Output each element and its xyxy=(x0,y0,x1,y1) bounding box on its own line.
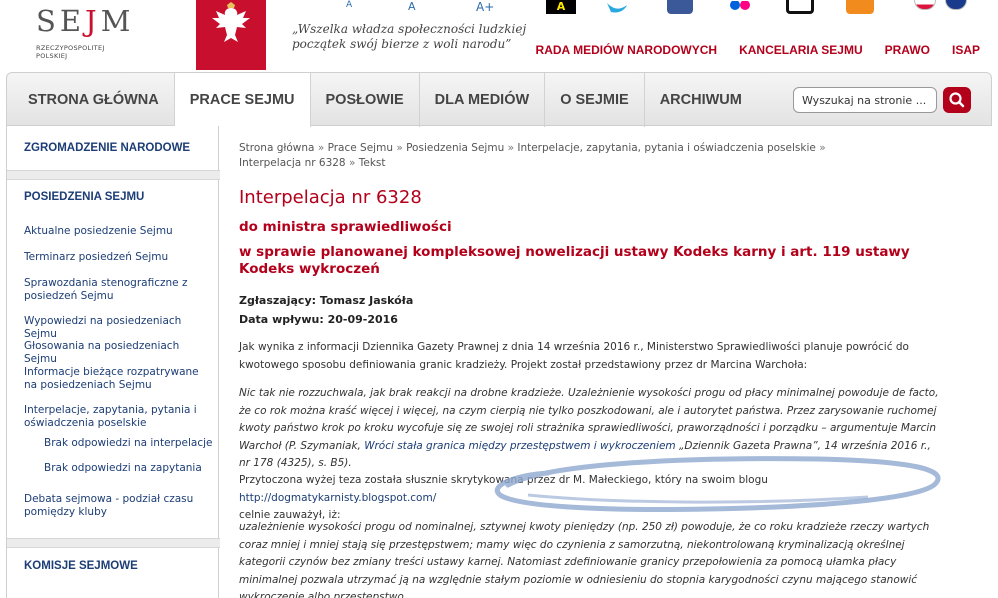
rss-icon[interactable] xyxy=(846,0,874,14)
search-input[interactable]: Wyszukaj na stronie ... xyxy=(793,87,937,113)
sidebar-item-brak-zapytania[interactable]: Brak odpowiedzi na zapytania xyxy=(44,462,229,475)
facebook-icon[interactable] xyxy=(667,0,693,14)
critique-text: Przytoczona wyżej teza została słusznie … xyxy=(239,474,768,486)
breadcrumb-item[interactable]: Interpelacje, zapytania, pytania i oświa… xyxy=(517,142,816,154)
search-button[interactable] xyxy=(943,87,971,113)
tab-prace-sejmu[interactable]: PRACE SEJMU xyxy=(174,73,311,127)
link-isap[interactable]: ISAP xyxy=(952,43,980,57)
paragraph-critique: Przytoczona wyżej teza została słusznie … xyxy=(239,472,939,525)
sidebar: ZGROMADZENIE NARODOWE POSIEDZENIA SEJMU … xyxy=(6,126,220,598)
breadcrumb-item[interactable]: Interpelacja nr 6328 xyxy=(239,157,346,169)
sidebar-item-brak-interpelacje[interactable]: Brak odpowiedzi na interpelacje xyxy=(44,437,229,450)
top-bar: SEJM RZECZYPOSPOLITEJ POLSKIEJ „Wszelka … xyxy=(0,0,998,72)
tab-dla-mediow[interactable]: DLA MEDIÓW xyxy=(420,73,546,127)
main-nav: STRONA GŁÓWNA PRACE SEJMU POSŁOWIE DLA M… xyxy=(6,72,992,127)
breadcrumb-current: Tekst xyxy=(358,157,386,169)
sidebar-item-debata[interactable]: Debata sejmowa - podział czasu pomiędzy … xyxy=(24,493,209,519)
article-addressee: do ministra sprawiedliwości xyxy=(239,219,452,235)
logo-wordmark: SEJM xyxy=(36,4,135,38)
sidebar-item-sprawozdania[interactable]: Sprawozdania stenograficzne z posiedzeń … xyxy=(24,277,209,303)
instagram-icon[interactable] xyxy=(786,0,814,14)
tab-poslowie[interactable]: POSŁOWIE xyxy=(311,73,420,127)
breadcrumb: Strona główna » Prace Sejmu » Posiedzeni… xyxy=(239,141,939,171)
text-size-small[interactable]: A xyxy=(346,0,352,10)
tab-archiwum[interactable]: ARCHIWUM xyxy=(645,73,757,127)
sidebar-divider xyxy=(7,170,220,180)
sidebar-heading-zgromadzenie[interactable]: ZGROMADZENIE NARODOWE xyxy=(7,142,220,154)
sidebar-heading-posiedzenia[interactable]: POSIEDZENIA SEJMU xyxy=(7,191,220,203)
white-eagle-icon xyxy=(212,2,250,42)
top-links: RADA MEDIÓW NARODOWYCH KANCELARIA SEJMU … xyxy=(536,43,980,57)
article-date: Data wpływu: 20-09-2016 xyxy=(239,313,398,326)
flickr-icon[interactable] xyxy=(727,0,753,14)
polish-flag-icon[interactable] xyxy=(914,0,936,10)
link-rada-mediow[interactable]: RADA MEDIÓW NARODOWYCH xyxy=(536,43,718,57)
text-size-medium[interactable]: A xyxy=(408,0,416,13)
breadcrumb-separator: » xyxy=(396,142,407,154)
sidebar-item-aktualne[interactable]: Aktualne posiedzenie Sejmu xyxy=(24,225,209,238)
page-title: Interpelacja nr 6328 xyxy=(239,187,422,208)
breadcrumb-item[interactable]: Prace Sejmu xyxy=(328,142,393,154)
twitter-icon[interactable] xyxy=(605,0,631,14)
breadcrumb-item[interactable]: Posiedzenia Sejmu xyxy=(406,142,504,154)
sidebar-item-informacje[interactable]: Informacje bieżące rozpatrywane na posie… xyxy=(24,366,209,392)
breadcrumb-separator: » xyxy=(317,142,328,154)
breadcrumb-separator: » xyxy=(819,142,826,154)
motto-text: „Wszelka władza społeczności ludzkiej po… xyxy=(292,22,527,51)
sidebar-divider xyxy=(7,538,220,548)
article-submitter: Zgłaszający: Tomasz Jaskóła xyxy=(239,294,414,307)
tab-o-sejmie[interactable]: O SEJMIE xyxy=(545,73,645,127)
logo-subtitle: RZECZYPOSPOLITEJ POLSKIEJ xyxy=(36,44,105,60)
sidebar-item-interpelacje[interactable]: Interpelacje, zapytania, pytania i oświa… xyxy=(24,404,209,430)
link-kancelaria-sejmu[interactable]: KANCELARIA SEJMU xyxy=(739,43,863,57)
breadcrumb-separator: » xyxy=(348,157,359,169)
paragraph-intro: Jak wynika z informacji Dziennika Gazety… xyxy=(239,341,909,371)
sejm-logo[interactable]: SEJM RZECZYPOSPOLITEJ POLSKIEJ xyxy=(30,2,135,60)
tab-strona-glowna[interactable]: STRONA GŁÓWNA xyxy=(13,73,175,127)
english-flag-icon[interactable] xyxy=(945,0,967,10)
sidebar-item-wypowiedzi[interactable]: Wypowiedzi na posiedzeniach Sejmu xyxy=(24,315,209,341)
sidebar-heading-komisje[interactable]: KOMISJE SEJMOWE xyxy=(7,560,220,572)
link-prawo[interactable]: PRAWO xyxy=(885,43,930,57)
text-size-large[interactable]: A+ xyxy=(476,0,494,14)
breadcrumb-item[interactable]: Strona główna xyxy=(239,142,314,154)
breadcrumb-separator: » xyxy=(507,142,518,154)
high-contrast-button[interactable]: A xyxy=(546,0,576,14)
blog-link[interactable]: http://dogmatykarnisty.blogspot.com/ xyxy=(239,492,436,504)
sidebar-item-terminarz[interactable]: Terminarz posiedzeń Sejmu xyxy=(24,251,209,264)
paragraph-blog-quote: uzależnienie wysokości progu od nominaln… xyxy=(239,521,930,598)
paragraph-quote: Nic tak nie rozzuchwala, jak brak reakcj… xyxy=(239,385,939,473)
search-icon xyxy=(949,92,965,108)
article-link[interactable]: Wróci stała granica między przestępstwem… xyxy=(364,440,675,452)
article-subject: w sprawie planowanej kompleksowej noweli… xyxy=(239,244,910,277)
sidebar-item-glosowania[interactable]: Głosowania na posiedzeniach Sejmu xyxy=(24,340,209,366)
